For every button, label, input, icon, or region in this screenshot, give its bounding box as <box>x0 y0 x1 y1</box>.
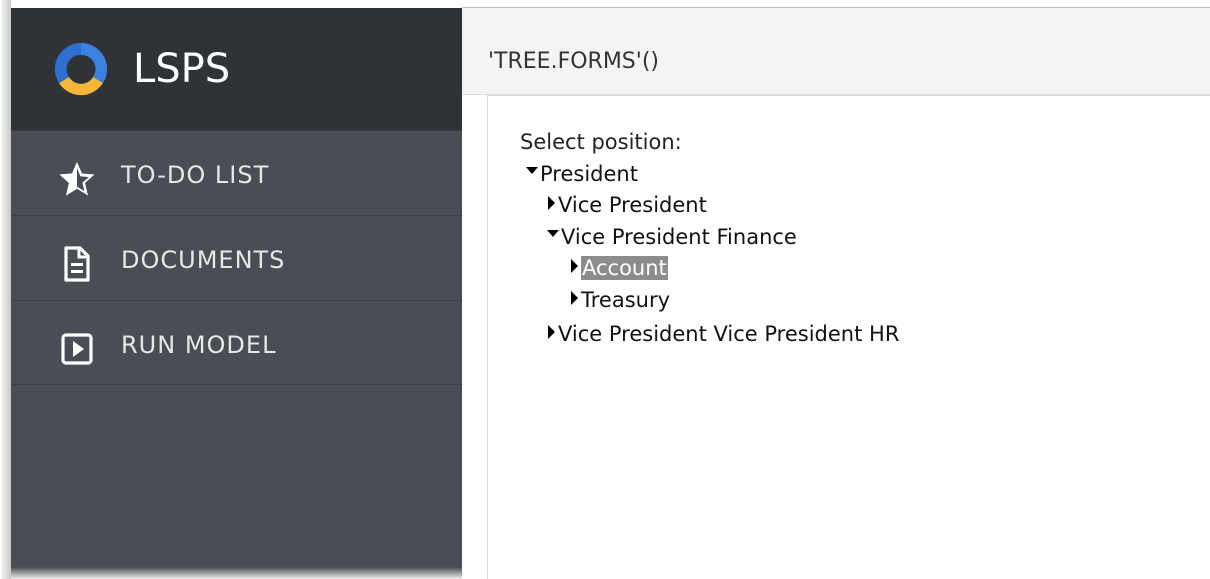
tree-node-label: President <box>540 162 638 186</box>
tree-node-vice-president-hr[interactable]: Vice President Vice President HR <box>545 322 899 350</box>
app-window: LSPS TO-DO LIST DOCUMENTS RUN MODEL 'TRE… <box>0 0 1210 579</box>
tree-node-label-selected: Account <box>581 256 668 280</box>
sidebar-item-documents[interactable]: DOCUMENTS <box>11 215 462 300</box>
tree-node-president[interactable]: President <box>526 162 638 190</box>
caret-right-icon[interactable] <box>571 291 578 305</box>
sidebar-item-label: RUN MODEL <box>121 331 277 359</box>
tree-field-label: Select position: <box>520 130 682 154</box>
sidebar-item-label: TO-DO LIST <box>121 161 270 189</box>
play-icon <box>61 333 93 365</box>
tree-node-label: Vice President Vice President HR <box>558 322 900 346</box>
app-title: LSPS <box>133 46 231 92</box>
page-title: 'TREE.FORMS'() <box>488 49 659 74</box>
sidebar-header: LSPS <box>11 8 462 130</box>
caret-down-icon[interactable] <box>526 166 538 174</box>
sidebar-item-todo-list[interactable]: TO-DO LIST <box>11 130 462 215</box>
caret-right-icon[interactable] <box>548 325 555 339</box>
star-icon <box>59 162 95 196</box>
tree-node-vice-president[interactable]: Vice President <box>545 193 707 221</box>
caret-right-icon[interactable] <box>571 259 578 273</box>
caret-down-icon[interactable] <box>547 229 559 237</box>
caret-right-icon[interactable] <box>548 196 555 210</box>
sidebar-item-label: DOCUMENTS <box>121 246 286 274</box>
lsps-logo-icon[interactable] <box>51 39 111 99</box>
tree-node-label: Vice President <box>558 193 707 217</box>
document-icon <box>64 246 90 282</box>
sidebar-bottom-fade <box>11 567 462 579</box>
tree-node-account[interactable]: Account <box>568 256 668 284</box>
main-header: 'TREE.FORMS'() <box>462 8 1210 95</box>
tree-node-treasury[interactable]: Treasury <box>568 288 670 316</box>
window-left-edge <box>0 0 11 579</box>
tree-node-vice-president-finance[interactable]: Vice President Finance <box>547 225 797 253</box>
tree-node-label: Treasury <box>581 288 671 312</box>
tree-node-label: Vice President Finance <box>561 225 797 249</box>
sidebar: LSPS TO-DO LIST DOCUMENTS RUN MODEL <box>11 8 462 579</box>
sidebar-item-run-model[interactable]: RUN MODEL <box>11 300 462 385</box>
